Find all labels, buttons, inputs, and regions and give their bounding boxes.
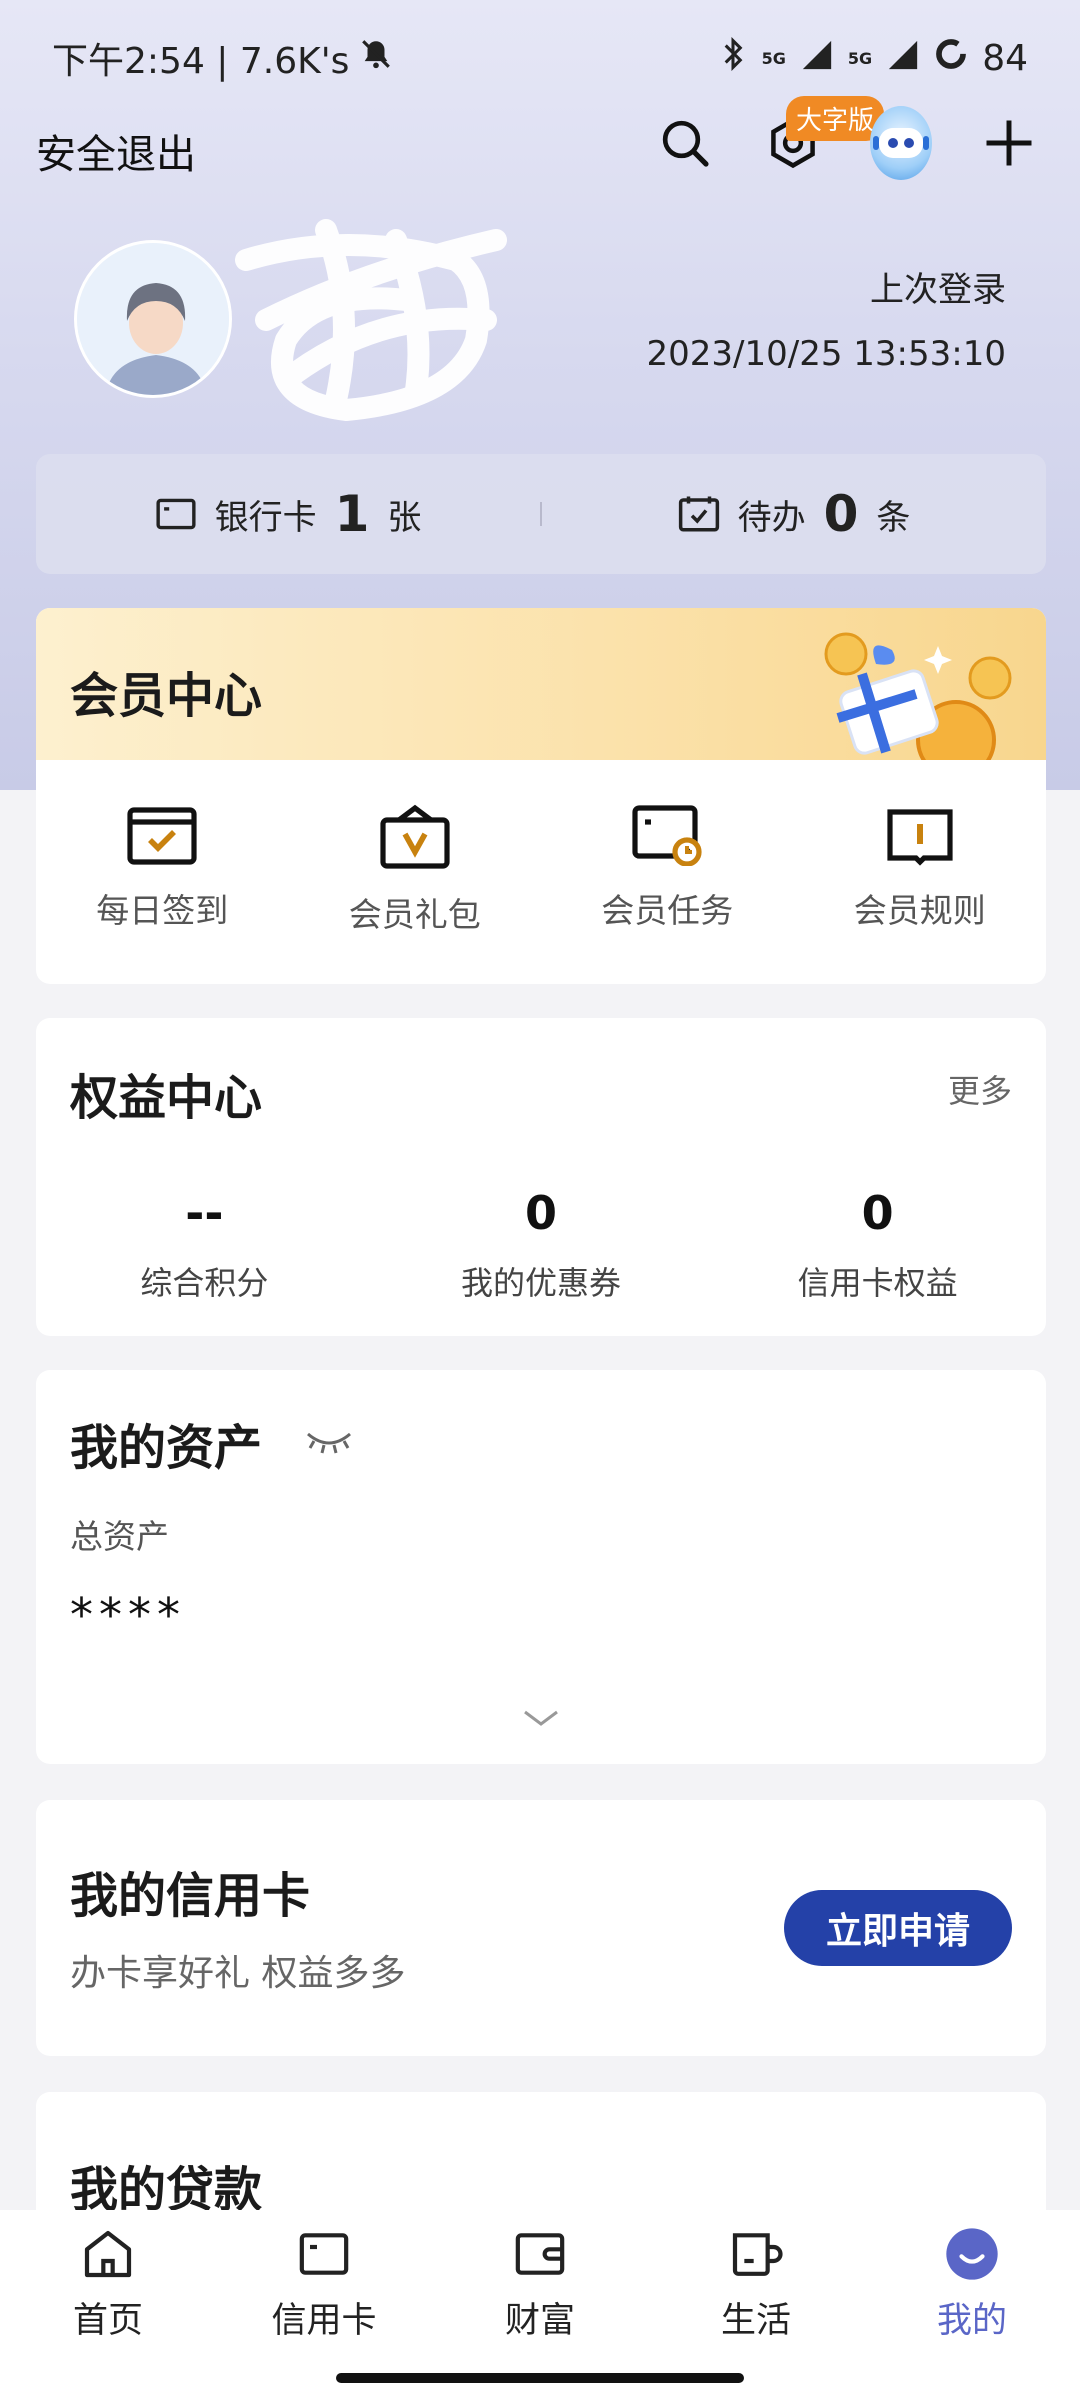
bank-card-icon [156, 498, 196, 530]
account-summary-bar: 银行卡 1 张 待办 0 条 [36, 454, 1046, 574]
assistant-robot-button[interactable] [870, 106, 932, 180]
points-label: 综合积分 [140, 1264, 269, 1302]
tab-label: 首页 [72, 2301, 143, 2341]
member-task-item[interactable]: 会员任务 [552, 804, 782, 936]
member-item-label: 会员规则 [853, 891, 986, 930]
search-icon [662, 120, 709, 167]
battery-ring-icon [934, 37, 968, 80]
header-actions: 大字版 [654, 96, 1040, 180]
tab-life[interactable]: 生活 [648, 2210, 864, 2400]
bottom-tab-bar: 首页 信用卡 财富 生活 我的 [0, 2210, 1080, 2400]
apply-now-button[interactable]: 立即申请 [784, 1890, 1012, 1966]
calendar-check-icon [127, 807, 197, 865]
bluetooth-icon [718, 36, 748, 80]
rights-more-link[interactable]: 更多 [948, 1066, 1012, 1112]
member-center-header[interactable]: 会员中心 [36, 608, 1046, 760]
bank-card-unit: 张 [387, 497, 422, 538]
chevron-down-icon[interactable] [522, 1708, 560, 1728]
member-item-label: 会员礼包 [348, 895, 481, 934]
status-time: 下午2:54 | 7.6K's [52, 41, 350, 82]
coupons-stat[interactable]: 0 我的优惠券 [373, 1186, 710, 1304]
member-item-label: 每日签到 [96, 891, 229, 930]
coupons-label: 我的优惠券 [461, 1264, 622, 1302]
assets-title: 我的资产 [70, 1420, 263, 1476]
points-value: -- [185, 1186, 224, 1240]
credit-benefits-stat[interactable]: 0 信用卡权益 [709, 1186, 1046, 1304]
credit-card-icon [299, 2233, 349, 2275]
total-assets-label: 总资产 [70, 1517, 169, 1556]
redacted-username [226, 200, 516, 430]
credit-card-title: 我的信用卡 [70, 1868, 311, 1924]
member-item-label: 会员任务 [601, 891, 734, 930]
home-indicator[interactable] [336, 2373, 744, 2383]
task-clock-icon [632, 805, 702, 866]
mute-bell-icon [359, 37, 393, 80]
coupons-value: 0 [525, 1186, 558, 1240]
logout-button[interactable]: 安全退出 [36, 122, 196, 180]
total-assets-value: **** [70, 1588, 186, 1642]
robot-icon [870, 106, 932, 180]
battery-level: 84 [982, 37, 1028, 79]
smile-icon [946, 2228, 998, 2280]
rule-book-icon [887, 809, 953, 866]
tab-credit-card[interactable]: 信用卡 [216, 2210, 432, 2400]
todo-unit: 条 [876, 497, 911, 538]
tab-wealth[interactable]: 财富 [432, 2210, 648, 2400]
todo-count: 0 [823, 485, 859, 543]
rights-stats: -- 综合积分 0 我的优惠券 0 信用卡权益 [36, 1186, 1046, 1304]
assets-card: 我的资产 总资产 **** [36, 1370, 1046, 1764]
plus-icon [986, 120, 1032, 166]
credit-card-card: 我的信用卡 办卡享好礼 权益多多 立即申请 [36, 1800, 1046, 2056]
signal-icon [886, 38, 920, 79]
credit-card-subtitle: 办卡享好礼 权益多多 [70, 1953, 406, 1994]
avatar[interactable] [74, 240, 232, 398]
status-bar: 下午2:54 | 7.6K's 5G 5G 84 [52, 30, 1028, 86]
member-gift-item[interactable]: 会员礼包 [300, 804, 530, 936]
rights-center-card: 权益中心 更多 -- 综合积分 0 我的优惠券 0 信用卡权益 [36, 1018, 1046, 1336]
add-button[interactable] [978, 112, 1040, 174]
todo-label: 待办 [737, 497, 806, 538]
gift-bag-icon [380, 804, 450, 869]
bank-card-summary[interactable]: 银行卡 1 张 [36, 485, 540, 543]
signal-icon [800, 38, 834, 79]
credit-benefits-value: 0 [861, 1186, 894, 1240]
todo-summary[interactable]: 待办 0 条 [542, 485, 1046, 543]
rights-center-title: 权益中心 [70, 1070, 263, 1126]
wallet-icon [515, 2233, 565, 2275]
cup-icon [732, 2233, 783, 2276]
bank-card-label: 银行卡 [214, 497, 317, 538]
credit-benefits-label: 信用卡权益 [797, 1264, 958, 1302]
tab-label: 生活 [720, 2301, 791, 2341]
daily-checkin-item[interactable]: 每日签到 [47, 804, 277, 936]
gift-coins-illustration [824, 632, 1012, 760]
search-button[interactable] [654, 112, 716, 174]
home-icon [84, 2230, 132, 2278]
network-type-2: 5G [847, 48, 873, 68]
network-type-1: 5G [761, 48, 786, 68]
settings-button[interactable]: 大字版 [762, 96, 885, 174]
calendar-check-icon [678, 496, 719, 532]
member-center-card: 会员中心 每日签到 会员礼包 会员任务 会员规则 [36, 608, 1046, 984]
bank-card-count: 1 [334, 485, 370, 543]
tab-label: 信用卡 [271, 2301, 377, 2341]
member-rules-item[interactable]: 会员规则 [805, 804, 1035, 936]
tab-mine[interactable]: 我的 [864, 2210, 1080, 2400]
points-stat[interactable]: -- 综合积分 [36, 1186, 373, 1304]
tab-label: 我的 [936, 2301, 1007, 2341]
last-login-label: 上次登录 [870, 270, 1006, 310]
member-center-title: 会员中心 [70, 668, 263, 724]
last-login-time: 2023/10/25 13:53:10 [646, 334, 1006, 374]
eye-closed-icon[interactable] [304, 1426, 354, 1456]
member-center-items: 每日签到 会员礼包 会员任务 会员规则 [36, 760, 1046, 936]
tab-home[interactable]: 首页 [0, 2210, 216, 2400]
tab-label: 财富 [504, 2301, 575, 2341]
